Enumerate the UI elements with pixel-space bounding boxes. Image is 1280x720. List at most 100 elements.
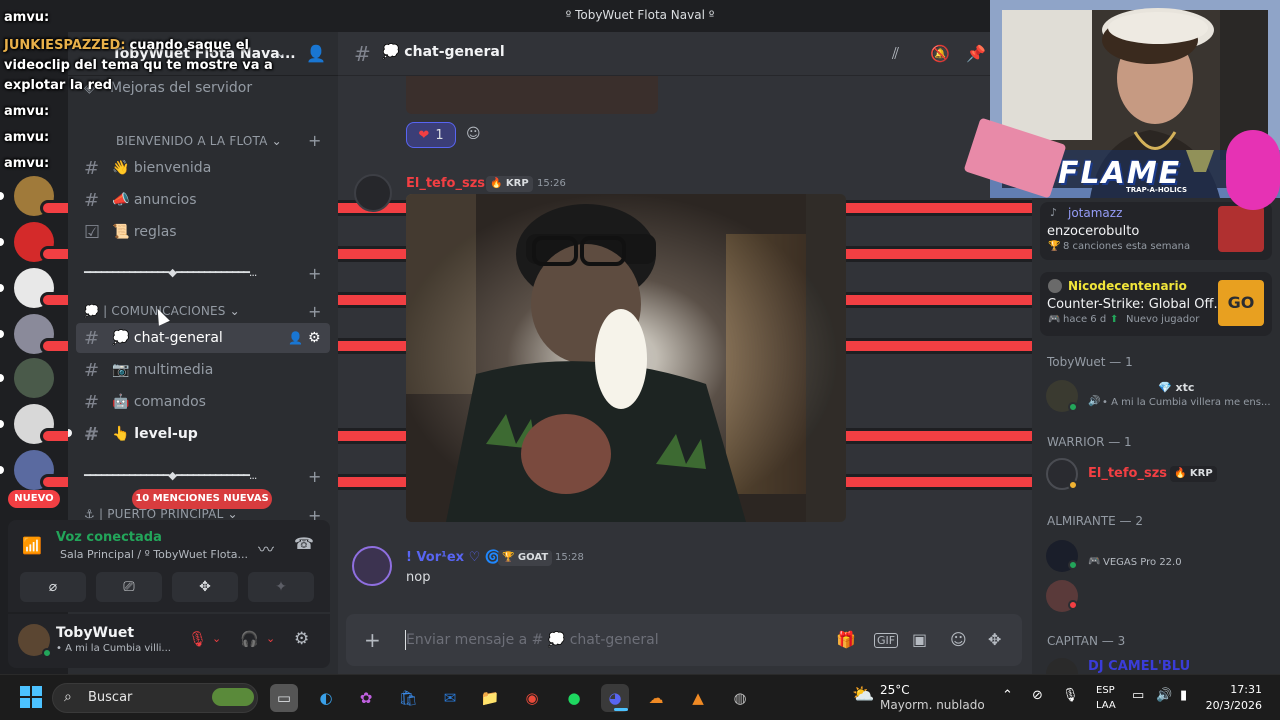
new-player-icon: ⬆: [1110, 314, 1119, 325]
volume-icon[interactable]: 🔊: [1156, 688, 1172, 703]
category-puerto[interactable]: ⚓ | PUERTO PRINCIPAL ⌄: [84, 507, 238, 521]
add-reaction-icon[interactable]: ☺: [466, 126, 481, 142]
emoji-icon[interactable]: ☺: [950, 630, 967, 649]
attach-plus-icon[interactable]: +: [364, 628, 381, 652]
outlook-icon[interactable]: ✉: [436, 684, 464, 712]
user-panel: [8, 614, 330, 668]
headphones-muted-icon[interactable]: 🎧: [240, 630, 259, 648]
voice-location[interactable]: Sala Principal / º TobyWuet Flota...: [60, 548, 248, 561]
chevron-down-icon[interactable]: ⌄: [266, 632, 275, 645]
weather-desc[interactable]: Mayorm. nublado: [880, 698, 985, 712]
mic-icon[interactable]: 🎙: [1062, 688, 1079, 703]
channel-comandos[interactable]: # 🤖 comandos: [76, 387, 330, 417]
user-activity: • A mi la Cumbia villi...: [56, 643, 171, 654]
soundboard-button[interactable]: ✦: [248, 572, 314, 602]
keyboard-layout[interactable]: LAA: [1096, 700, 1116, 711]
sticker-icon[interactable]: ▣: [912, 630, 927, 649]
channel-reglas[interactable]: ☑ 📜 reglas: [76, 217, 330, 247]
gamepad-icon: 🎮: [1048, 314, 1061, 325]
member-group-label: TobyWuet — 1: [1047, 355, 1133, 369]
new-mentions-pill[interactable]: 10 MENCIONES NUEVAS: [132, 489, 272, 509]
search-placeholder[interactable]: Buscar: [88, 690, 132, 705]
server-icon[interactable]: [14, 358, 54, 398]
camera-off-button[interactable]: ⌀: [20, 572, 86, 602]
active-app-indicator: [614, 708, 628, 711]
member-name[interactable]: El_tefo_szs: [1088, 466, 1167, 481]
network-icon[interactable]: ⊘: [1032, 688, 1043, 703]
notification-muted-icon[interactable]: 🔕: [930, 44, 950, 63]
language-code[interactable]: ESP: [1096, 685, 1115, 696]
display-icon[interactable]: ▭: [1132, 688, 1144, 703]
battery-icon[interactable]: ▮: [1180, 688, 1187, 703]
cloud-icon[interactable]: ☁: [642, 684, 670, 712]
message-author[interactable]: ! Vor¹ex ♡ 🌀: [406, 550, 501, 565]
task-view-icon[interactable]: ▭: [270, 684, 298, 712]
spotify-icon[interactable]: ●: [560, 684, 588, 712]
chevron-down-icon[interactable]: ⌄: [276, 46, 286, 60]
screen-share-icon: ⎚: [123, 579, 135, 595]
invite-icon[interactable]: 👤: [306, 44, 326, 63]
gift-icon[interactable]: 🎁: [836, 630, 856, 649]
gif-icon[interactable]: GIF: [874, 633, 899, 648]
hash-icon: #: [84, 359, 100, 381]
start-button[interactable]: [20, 686, 42, 708]
reaction-heart[interactable]: ❤ 1: [406, 122, 456, 148]
disconnect-icon[interactable]: ☎: [294, 534, 314, 553]
message-author[interactable]: El_tefo_szs: [406, 176, 485, 191]
copilot-icon[interactable]: ✿: [352, 684, 380, 712]
new-servers-pill[interactable]: NUEVO: [8, 490, 60, 508]
chrome-icon[interactable]: ◉: [518, 684, 546, 712]
gear-icon[interactable]: ⚙: [294, 629, 309, 649]
member-name[interactable]: 💎 xtc: [1158, 381, 1194, 394]
threads-icon[interactable]: ⫽: [892, 44, 899, 64]
voice-status[interactable]: Voz conectada: [56, 530, 162, 545]
chevron-down-icon[interactable]: ⌄: [212, 632, 221, 645]
member-name[interactable]: Nicodecentenario: [1068, 279, 1187, 293]
date[interactable]: 20/3/2026: [1196, 699, 1262, 712]
add-channel-icon[interactable]: +: [308, 131, 321, 150]
message-input[interactable]: Enviar mensaje a # 💭 chat-general: [406, 632, 659, 648]
add-channel-icon[interactable]: +: [308, 264, 321, 283]
avatar[interactable]: [354, 174, 392, 212]
member-name[interactable]: DJ CAMEL'BLU: [1088, 659, 1190, 674]
channel-chat-general[interactable]: # 💭 chat-general 👤 ⚙: [76, 323, 330, 353]
user-name[interactable]: TobyWuet: [56, 625, 134, 641]
add-channel-icon[interactable]: +: [308, 467, 321, 486]
channel-bienvenida[interactable]: # 👋 bienvenida: [76, 153, 330, 183]
role-tag: 🔥 KRP: [486, 176, 533, 192]
mic-muted-icon[interactable]: 🎙: [188, 630, 207, 648]
video-attachment[interactable]: [406, 194, 846, 522]
heart-icon: ❤: [418, 127, 430, 143]
weather-icon: ⛅: [852, 684, 875, 705]
store-icon[interactable]: 🛍: [394, 684, 422, 712]
noise-suppression-icon[interactable]: 〰: [258, 536, 274, 560]
pin-icon[interactable]: 📌: [966, 44, 986, 63]
signal-icon[interactable]: 📶: [22, 536, 42, 555]
category-bienvenido[interactable]: BIENVENIDO A LA FLOTA ⌄: [116, 134, 282, 148]
obs-icon[interactable]: ◍: [726, 684, 754, 712]
server-boost-item[interactable]: Mejoras del servidor: [110, 80, 252, 96]
channel-title: 💭 chat-general: [382, 44, 505, 60]
screen-share-button[interactable]: ⎚: [96, 572, 162, 602]
channel-level-up[interactable]: # 👆 level-up: [76, 419, 330, 449]
channel-multimedia[interactable]: # 📷 multimedia: [76, 355, 330, 385]
chevron-up-icon[interactable]: ⌃: [1002, 688, 1013, 703]
file-explorer-icon[interactable]: 📁: [476, 684, 504, 712]
category-label: BIENVENIDO A LA FLOTA: [116, 134, 268, 148]
member-name[interactable]: jotamazz: [1068, 206, 1122, 220]
channel-anuncios[interactable]: # 📣 anuncios: [76, 185, 330, 215]
invite-member-icon[interactable]: 👤: [288, 331, 303, 345]
vlc-icon[interactable]: ▲: [684, 684, 712, 712]
clock[interactable]: 17:31: [1210, 683, 1262, 696]
activities-button[interactable]: ✥: [172, 572, 238, 602]
stream-chat-line: amvu:: [4, 10, 49, 25]
weather-temp[interactable]: 25°C: [880, 683, 910, 697]
image-attachment[interactable]: [406, 76, 658, 114]
add-channel-icon[interactable]: +: [308, 302, 321, 321]
gear-icon[interactable]: ⚙: [308, 330, 321, 346]
trophy-icon: 🏆: [1048, 241, 1061, 252]
stream-chat-text: cuando saque el: [129, 38, 249, 53]
apps-icon[interactable]: ✥: [988, 630, 1001, 649]
avatar[interactable]: [352, 546, 392, 586]
edge-icon[interactable]: ◐: [312, 684, 340, 712]
